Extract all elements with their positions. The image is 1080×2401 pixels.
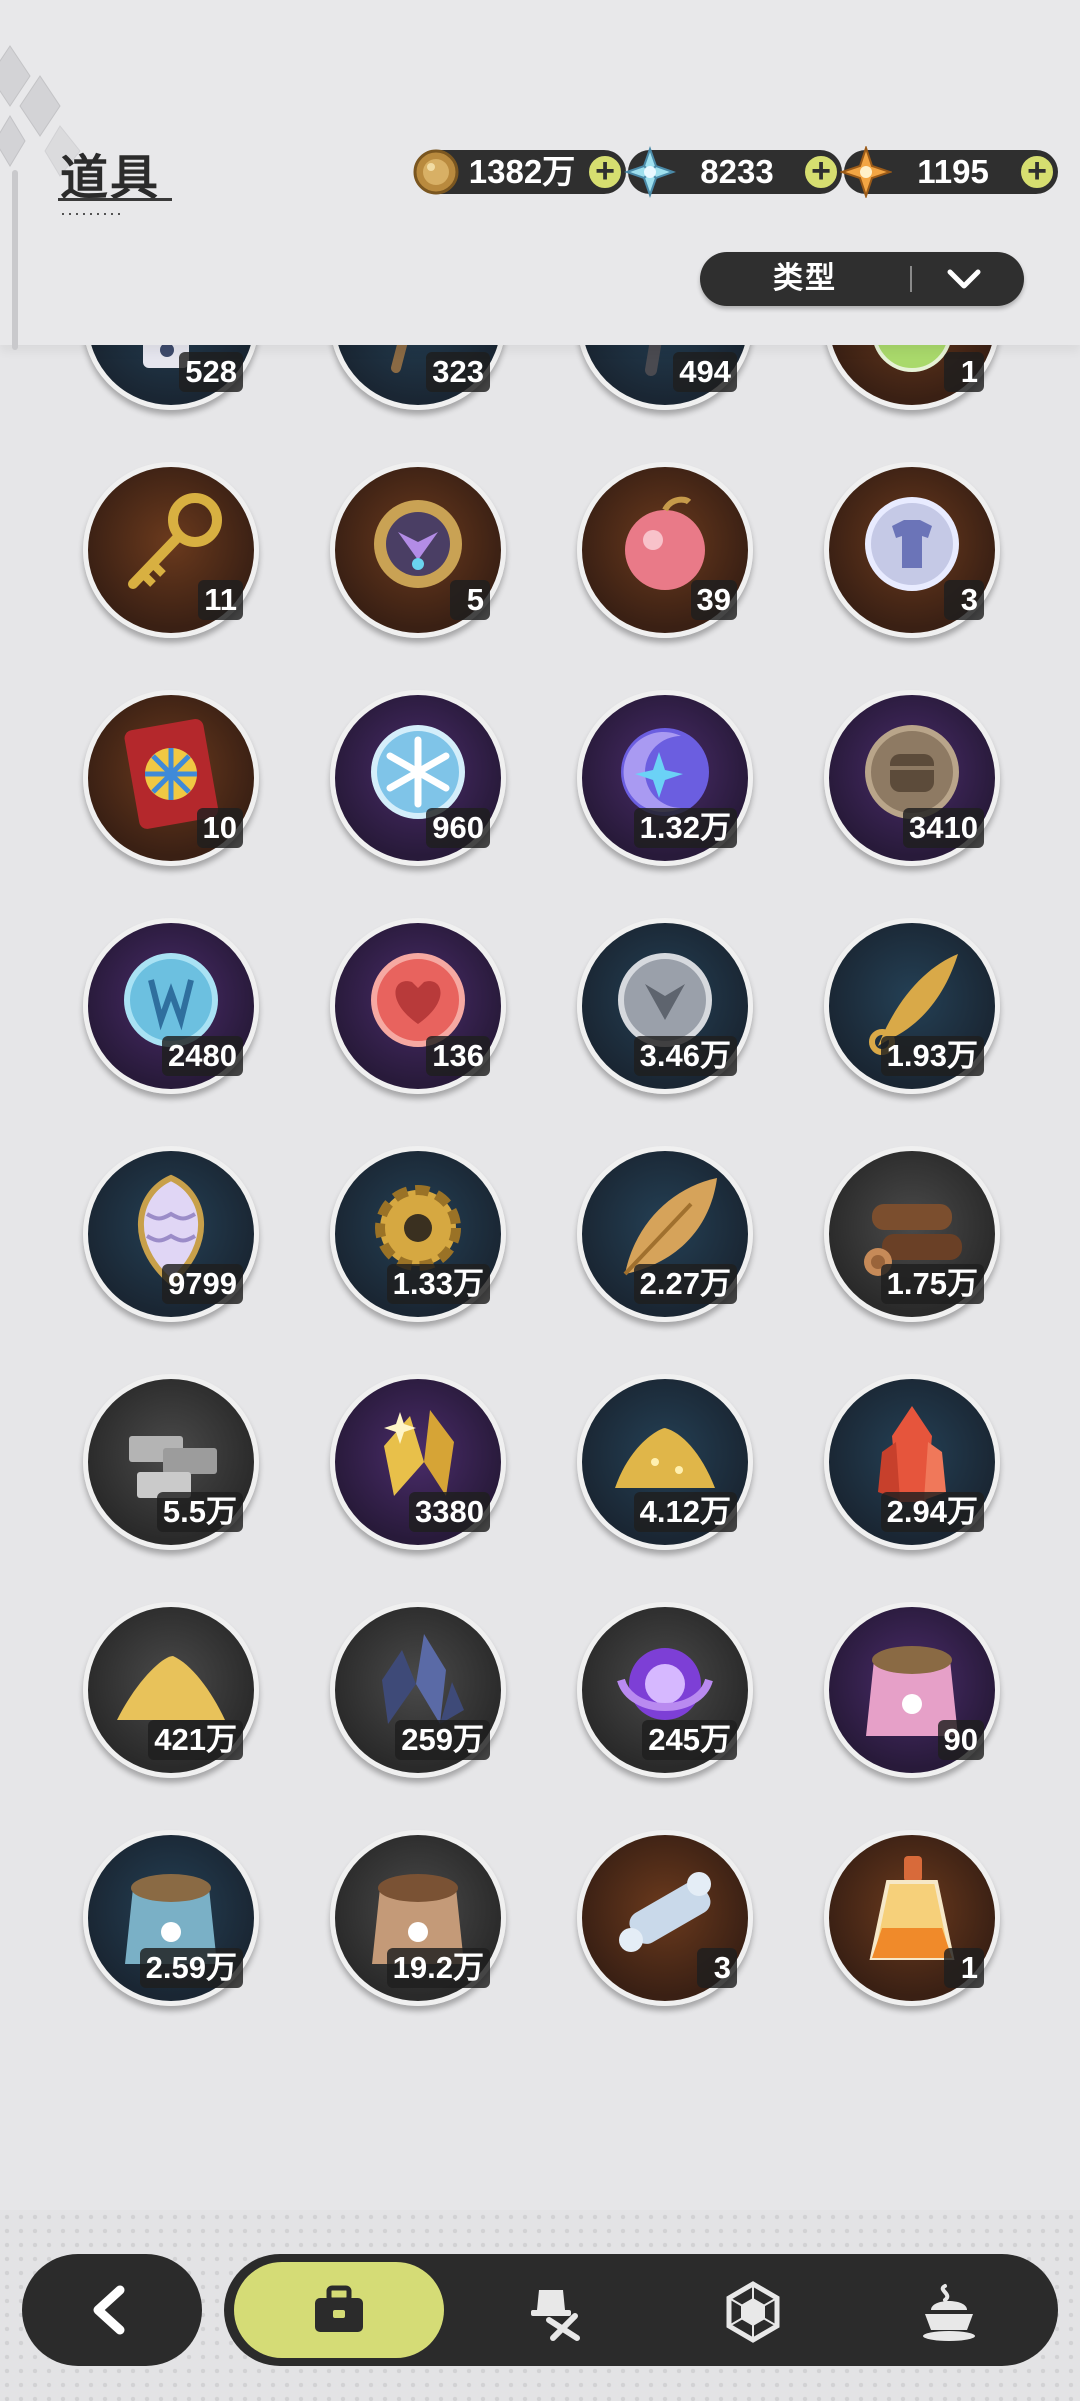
tab-gems[interactable] — [656, 2254, 846, 2366]
item-count: 323 — [426, 352, 490, 392]
inventory-item-moon-star-coin[interactable]: 1.32万 — [577, 690, 753, 866]
inventory-item-pet-food-bag-brown[interactable]: 19.2万 — [330, 1830, 506, 2006]
item-count: 494 — [673, 352, 737, 392]
item-count: 9799 — [162, 1264, 243, 1304]
item-count: 3 — [944, 580, 984, 620]
inventory-item-dark-ore[interactable]: 259万 — [330, 1602, 506, 1778]
add-crystal-button[interactable]: + — [802, 153, 840, 191]
inventory-item-fist-coin[interactable]: 3410 — [824, 690, 1000, 866]
chevron-down-icon — [947, 269, 981, 289]
item-count: 2.94万 — [880, 1492, 984, 1532]
inventory-item-snowflake-coin[interactable]: 960 — [330, 690, 506, 866]
gold-amount: 1382万 — [468, 153, 576, 190]
currency-gold: 1382万 + — [413, 149, 626, 195]
item-count: 3 — [697, 1948, 737, 1988]
type-filter-label: 类型 — [773, 262, 837, 295]
inventory-item-heart-coin[interactable]: 136 — [330, 918, 506, 1094]
amber-star-icon — [840, 146, 892, 198]
inventory-item-blue-rune-coin[interactable]: 2480 — [83, 918, 259, 1094]
type-filter-dropdown[interactable]: 类型 — [700, 252, 1024, 306]
add-gold-button[interactable]: + — [586, 153, 624, 191]
hat-tools-icon — [531, 2290, 580, 2341]
item-count: 960 — [426, 808, 490, 848]
inventory-item-emblem-medallion[interactable]: 5 — [330, 462, 506, 638]
item-count: 11 — [198, 580, 243, 620]
item-count: 4.12万 — [633, 1492, 737, 1532]
title-underline — [58, 198, 172, 201]
item-count: 19.2万 — [386, 1948, 490, 1988]
item-count: 421万 — [148, 1720, 243, 1760]
inventory-item-wheel-ticket[interactable]: 10 — [83, 690, 259, 866]
item-count: 1 — [944, 352, 984, 392]
inventory-item-orange-potion[interactable]: 1 — [824, 1830, 1000, 2006]
item-count: 39 — [690, 580, 737, 620]
item-count: 90 — [937, 1720, 984, 1760]
inventory-item-golden-gear[interactable]: 1.33万 — [330, 1146, 506, 1322]
inventory-item-hammer[interactable]: 494 — [577, 345, 753, 410]
item-count: 5 — [450, 580, 490, 620]
inventory-item-golden-key[interactable]: 11 — [83, 462, 259, 638]
item-count: 10 — [196, 808, 243, 848]
inventory-item-pickaxe[interactable]: 323 — [330, 345, 506, 410]
inventory-item-sand-pile[interactable]: 421万 — [83, 1602, 259, 1778]
item-count: 1.33万 — [386, 1264, 490, 1304]
inventory-item-green-potion[interactable]: 1 — [824, 345, 1000, 410]
item-count: 136 — [426, 1036, 490, 1076]
inventory-item-boxing-glove[interactable]: 528 — [83, 345, 259, 410]
grid-fade — [0, 2147, 1080, 2207]
header-scroll-indicator — [12, 170, 18, 350]
dropdown-divider — [910, 266, 912, 292]
back-button[interactable] — [22, 2254, 202, 2366]
tab-food[interactable] — [852, 2254, 1042, 2366]
inventory-item-bone-scroll[interactable]: 3 — [577, 1830, 753, 2006]
title-dots: ········· — [60, 203, 123, 223]
hexagon-gem-icon — [726, 2281, 780, 2343]
item-count: 1.32万 — [633, 808, 737, 848]
item-count: 1.75万 — [880, 1264, 984, 1304]
briefcase-icon — [315, 2285, 363, 2332]
item-count: 3380 — [409, 1492, 490, 1532]
gold-coin-icon — [413, 149, 459, 195]
add-amber-button[interactable]: + — [1018, 153, 1056, 191]
inventory-grid-viewport[interactable]: 37256945283234941115393109601.32万3410248… — [0, 345, 1080, 2207]
inventory-item-gold-pile[interactable]: 4.12万 — [577, 1374, 753, 1550]
tab-items[interactable] — [234, 2262, 444, 2358]
item-count: 528 — [179, 352, 243, 392]
crystal-gem-icon — [624, 146, 676, 198]
amber-amount: 1195 — [917, 153, 989, 190]
inventory-item-pink-gem-fruit[interactable]: 39 — [577, 462, 753, 638]
inventory-item-wood-logs[interactable]: 1.75万 — [824, 1146, 1000, 1322]
bottom-nav-bar — [0, 2210, 1080, 2401]
item-count: 1 — [944, 1948, 984, 1988]
tab-equipment[interactable] — [460, 2254, 650, 2366]
item-count: 2480 — [162, 1036, 243, 1076]
item-count: 3.46万 — [633, 1036, 737, 1076]
item-count: 1.93万 — [880, 1036, 984, 1076]
item-count: 2.27万 — [633, 1264, 737, 1304]
inventory-item-dragon-scale[interactable]: 9799 — [83, 1146, 259, 1322]
inventory-item-silver-emblem-coin[interactable]: 3.46万 — [577, 918, 753, 1094]
inventory-item-red-crystal[interactable]: 2.94万 — [824, 1374, 1000, 1550]
item-count: 2.59万 — [139, 1948, 243, 1988]
item-count: 245万 — [642, 1720, 737, 1760]
inventory-item-purple-orb[interactable]: 245万 — [577, 1602, 753, 1778]
currency-amber: 1195 + — [840, 146, 1058, 198]
inventory-item-golden-leaf[interactable]: 2.27万 — [577, 1146, 753, 1322]
inventory-item-stone-bricks[interactable]: 5.5万 — [83, 1374, 259, 1550]
currency-crystal: 8233 + — [624, 146, 842, 198]
inventory-item-gold-crystal[interactable]: 3380 — [330, 1374, 506, 1550]
inventory-item-pet-food-bag-pink[interactable]: 90 — [824, 1602, 1000, 1778]
crystal-amount: 8233 — [700, 153, 774, 190]
inventory-item-golden-claw[interactable]: 1.93万 — [824, 918, 1000, 1094]
item-count: 5.5万 — [156, 1492, 243, 1532]
dessert-cup-icon — [923, 2284, 975, 2341]
header-bar: 道具 ········· 1382万 + 8233 + 1195 + 类型 — [0, 0, 1080, 350]
inventory-item-pet-food-bag-blue[interactable]: 2.59万 — [83, 1830, 259, 2006]
item-count: 259万 — [395, 1720, 490, 1760]
back-arrow-icon — [93, 2285, 125, 2335]
item-count: 3410 — [903, 808, 984, 848]
category-tabs — [224, 2254, 1058, 2366]
inventory-item-shirt-token[interactable]: 3 — [824, 462, 1000, 638]
